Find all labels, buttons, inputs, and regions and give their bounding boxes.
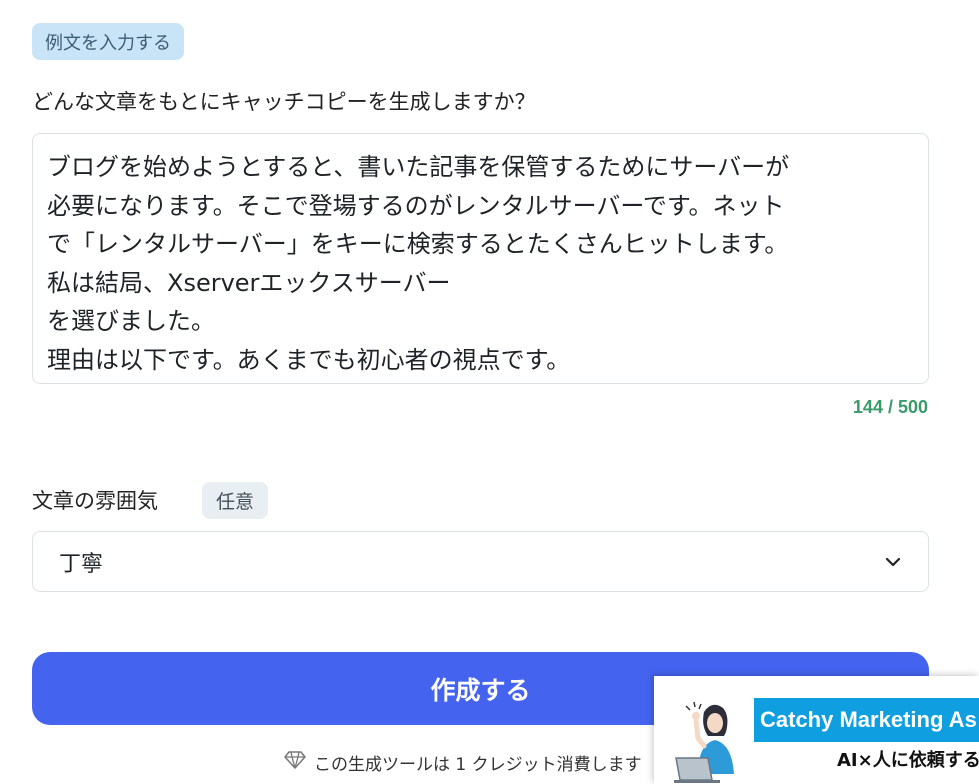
ad-title-box: Catchy Marketing As: [754, 698, 979, 742]
ad-subtitle: AI×人に依頼する: [837, 750, 979, 771]
credit-note-text: この生成ツールは 1 クレジット消費します: [314, 755, 642, 775]
person-with-laptop-illustration: [674, 701, 734, 783]
mood-label: 文章の雰囲気: [32, 489, 158, 513]
create-button-label: 作成する: [430, 675, 531, 705]
source-text-question: どんな文章をもとにキャッチコピーを生成しますか？: [32, 90, 536, 114]
credit-note: この生成ツールは 1 クレジット消費します: [284, 750, 642, 775]
ad-banner[interactable]: Catchy Marketing As AI×人に依頼する: [654, 676, 979, 784]
optional-badge: 任意: [202, 482, 269, 519]
diamond-icon: [284, 750, 306, 775]
generator-form: 例文を入力する どんな文章をもとにキャッチコピーを生成しますか？ ブログを始めよ…: [0, 0, 979, 784]
example-input-label: 例文を入力する: [45, 32, 171, 54]
example-input-button[interactable]: 例文を入力する: [32, 23, 184, 60]
ad-title: Catchy Marketing As: [760, 707, 977, 732]
optional-badge-label: 任意: [216, 491, 255, 513]
mood-selected-value: 丁寧: [59, 551, 104, 577]
source-text-area[interactable]: ブログを始めようとすると、書いた記事を保管するためにサーバーが 必要になります。…: [32, 133, 929, 384]
character-counter: 144 / 500: [852, 397, 928, 417]
mood-select[interactable]: 丁寧: [32, 531, 929, 592]
chevron-down-icon: [884, 553, 902, 571]
